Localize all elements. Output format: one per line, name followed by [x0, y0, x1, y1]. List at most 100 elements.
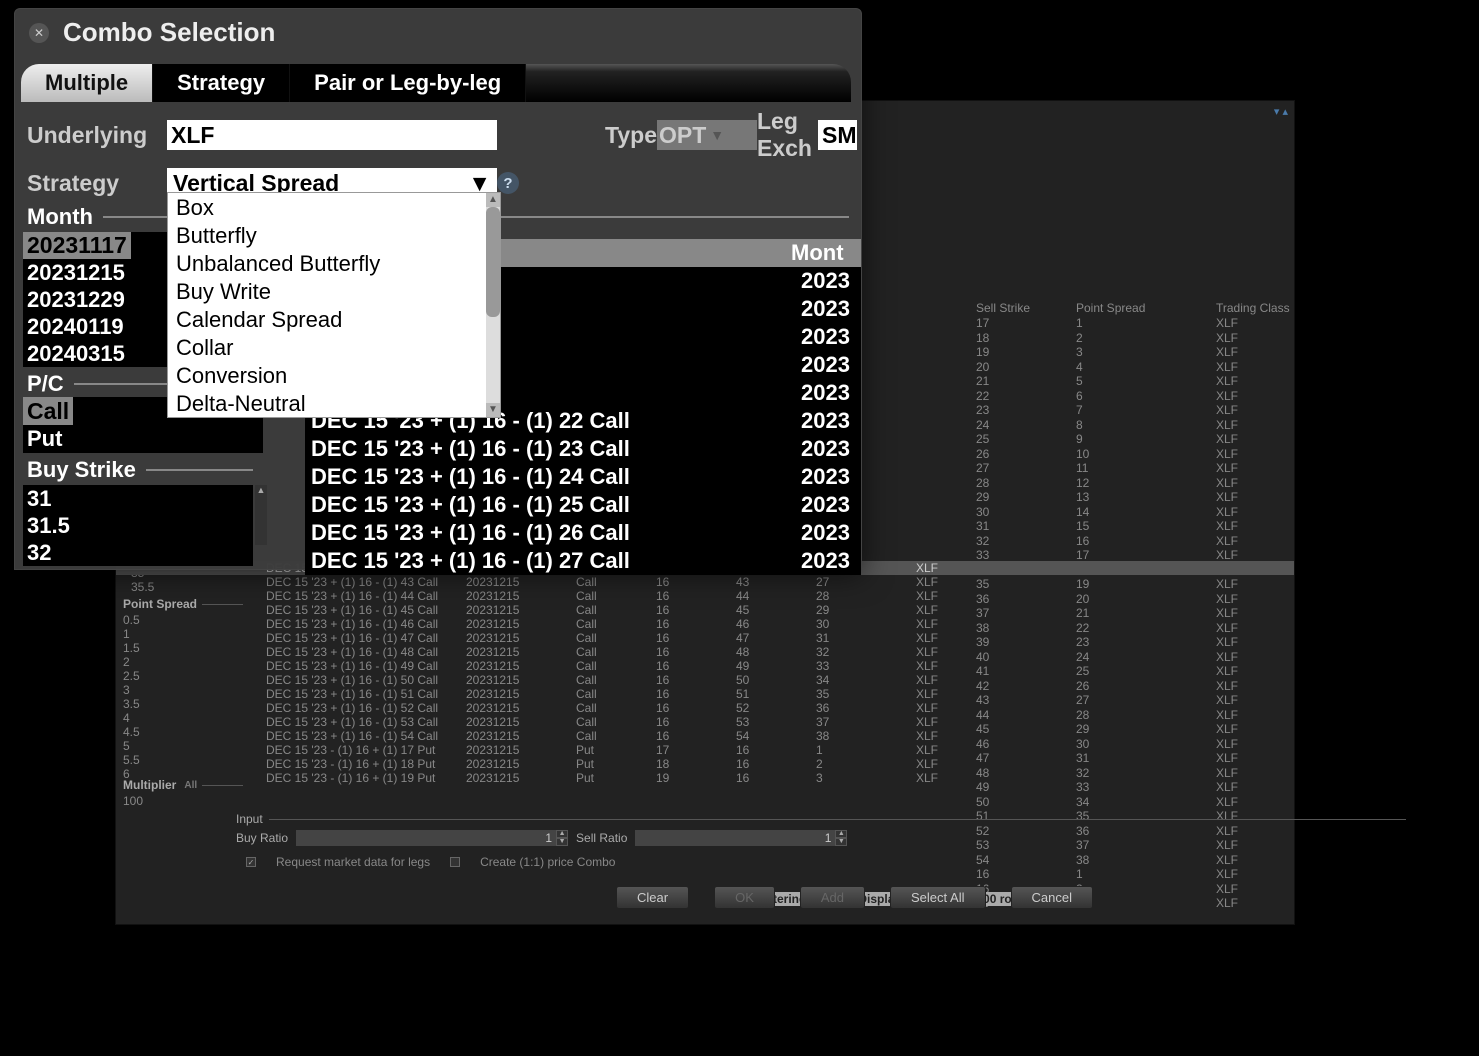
table-row[interactable]: 3216XLF [976, 534, 1406, 549]
scroll-down-icon[interactable]: ▼ [486, 403, 500, 417]
strategy-option[interactable]: Unbalanced Butterfly [168, 249, 500, 277]
underlying-input[interactable]: XLF [167, 120, 497, 150]
cancel-button[interactable]: Cancel [1011, 886, 1093, 909]
clear-button[interactable]: Clear [616, 886, 689, 909]
buy-strike-item[interactable]: 31.5 [23, 512, 253, 539]
sell-ratio-field[interactable]: 1 ▲▼ [635, 830, 847, 846]
table-row[interactable]: 3115XLF [976, 519, 1406, 534]
result-row[interactable]: DEC 15 '23 + (1) 16 - (1) 24 Call2023 [305, 463, 861, 491]
table-row[interactable]: 182XLF [976, 331, 1406, 346]
month-item[interactable]: 20240119 [23, 313, 173, 340]
titlebar[interactable]: ✕ Combo Selection [15, 9, 861, 56]
table-row[interactable]: 2913XLF [976, 490, 1406, 505]
result-month: 2023 [801, 491, 861, 519]
table-row[interactable]: DEC 15 '23 - (1) 16 + (1) 17 Put20231215… [116, 743, 1294, 757]
close-icon[interactable]: ✕ [29, 23, 49, 43]
scrollbar[interactable]: ▲ ▼ [486, 193, 500, 417]
result-month: 2023 [801, 323, 861, 351]
table-row[interactable]: DEC 15 '23 - (1) 16 + (1) 18 Put20231215… [116, 757, 1294, 771]
table-row[interactable]: DEC 15 '23 + (1) 16 - (1) 53 Call2023121… [116, 715, 1294, 729]
month-item[interactable]: 20231215 [23, 259, 173, 286]
strategy-option[interactable]: Conversion [168, 361, 500, 389]
multiplier-value[interactable]: 100 [123, 794, 243, 808]
table-row[interactable]: 5034XLF [976, 795, 1406, 810]
table-row[interactable]: DEC 15 '23 + (1) 16 - (1) 49 Call2023121… [116, 659, 1294, 673]
table-row[interactable]: 248XLF [976, 418, 1406, 433]
leg-exch-input[interactable]: SMAR [818, 120, 857, 150]
add-button[interactable]: Add [800, 886, 865, 909]
spin-down-icon[interactable]: ▼ [835, 838, 847, 846]
table-row[interactable]: DEC 15 '23 + (1) 16 - (1) 43 Call2023121… [116, 575, 1294, 589]
strategy-option[interactable]: Calendar Spread [168, 305, 500, 333]
table-row[interactable]: DEC 15 '23 + (1) 16 - (1) 46 Call2023121… [116, 617, 1294, 631]
panel-collapse-icon[interactable]: ▾ ▴ [1274, 105, 1288, 118]
strategy-option[interactable]: Butterfly [168, 221, 500, 249]
month-list[interactable]: 2023111720231215202312292024011920240315 [23, 232, 173, 367]
strategy-option[interactable]: Delta-Neutral [168, 389, 500, 417]
buy-ratio-value[interactable]: 1 [296, 830, 556, 846]
table-row[interactable]: DEC 15 '23 + (1) 16 - (1) 44 Call2023121… [116, 589, 1294, 603]
table-row[interactable]: DEC 15 '23 + (1) 16 - (1) 51 Call2023121… [116, 687, 1294, 701]
strategy-option[interactable]: Buy Write [168, 277, 500, 305]
result-desc: DEC 15 '23 + (1) 16 - (1) 26 Call [305, 519, 801, 547]
checkbox-market-data[interactable]: ✓ [246, 857, 256, 867]
result-month: 2023 [801, 519, 861, 547]
table-row[interactable]: 226XLF [976, 389, 1406, 404]
tab-strategy[interactable]: Strategy [153, 64, 290, 102]
tab-multiple[interactable]: Multiple [21, 64, 153, 102]
table-row[interactable]: 215XLF [976, 374, 1406, 389]
table-row[interactable]: 2610XLF [976, 447, 1406, 462]
buy-ratio-field[interactable]: 1 ▲▼ [296, 830, 568, 846]
result-desc: DEC 15 '23 + (1) 16 - (1) 23 Call [305, 435, 801, 463]
buy-strike-item[interactable]: 31 [23, 485, 253, 512]
scrollbar-thumb[interactable] [486, 207, 500, 317]
result-row[interactable]: DEC 15 '23 + (1) 16 - (1) 25 Call2023 [305, 491, 861, 519]
month-item[interactable]: 20231117 [23, 232, 131, 259]
table-row[interactable]: 204XLF [976, 360, 1406, 375]
table-row[interactable]: 2812XLF [976, 476, 1406, 491]
scroll-up-icon[interactable]: ▲ [486, 193, 500, 207]
checkbox-price-combo[interactable] [450, 857, 460, 867]
spin-up-icon[interactable]: ▲ [556, 830, 568, 838]
result-row[interactable]: DEC 15 '23 + (1) 16 - (1) 23 Call2023 [305, 435, 861, 463]
underlying-label: Underlying [27, 122, 167, 149]
strategy-dropdown[interactable]: BoxButterflyUnbalanced ButterflyBuy Writ… [167, 192, 501, 418]
type-select[interactable]: OPT▼ [657, 120, 757, 150]
table-row[interactable]: DEC 15 '23 + (1) 16 - (1) 52 Call2023121… [116, 701, 1294, 715]
table-row[interactable]: DEC 15 '23 + (1) 16 - (1) 50 Call2023121… [116, 673, 1294, 687]
spin-up-icon[interactable]: ▲ [835, 830, 847, 838]
strategy-option[interactable]: Box [168, 193, 500, 221]
help-icon[interactable]: ? [497, 172, 519, 194]
month-item[interactable]: 20240315 [23, 340, 173, 367]
month-item[interactable]: 20231229 [23, 286, 173, 313]
table-row[interactable]: DEC 15 '23 - (1) 16 + (1) 19 Put20231215… [116, 771, 1294, 785]
buy-strike-item[interactable]: 32 [23, 539, 253, 566]
buy-strike-list[interactable]: 3131.532▲ [23, 485, 253, 566]
table-row[interactable]: 161XLF [976, 867, 1406, 882]
table-row[interactable]: 237XLF [976, 403, 1406, 418]
table-row[interactable]: 193XLF [976, 345, 1406, 360]
sell-ratio-value[interactable]: 1 [635, 830, 835, 846]
table-row[interactable]: DEC 15 '23 + (1) 16 - (1) 45 Call2023121… [116, 603, 1294, 617]
strategy-option[interactable]: Collar [168, 333, 500, 361]
table-row[interactable]: DEC 15 '23 + (1) 16 - (1) 47 Call2023121… [116, 631, 1294, 645]
spin-down-icon[interactable]: ▼ [556, 838, 568, 846]
table-row[interactable]: 5438XLF [976, 853, 1406, 868]
scrollbar[interactable]: ▲ [255, 485, 267, 545]
result-row[interactable]: DEC 15 '23 + (1) 16 - (1) 26 Call2023 [305, 519, 861, 547]
scroll-up-icon[interactable]: ▲ [255, 485, 267, 497]
combos-table: DEC 15 '23 + (1) 16 - (1) 42 Call2023121… [116, 561, 1294, 785]
pc-item[interactable]: Call [23, 397, 73, 425]
table-row[interactable]: 3014XLF [976, 505, 1406, 520]
table-row[interactable]: 2711XLF [976, 461, 1406, 476]
pc-item[interactable]: Put [23, 425, 263, 453]
table-row[interactable]: DEC 15 '23 + (1) 16 - (1) 48 Call2023121… [116, 645, 1294, 659]
table-row[interactable]: DEC 15 '23 + (1) 16 - (1) 54 Call2023121… [116, 729, 1294, 743]
table-row[interactable]: 171XLF [976, 316, 1406, 331]
result-month: 2023 [801, 351, 861, 379]
ok-button[interactable]: OK [714, 886, 775, 909]
select-all-button[interactable]: Select All [890, 886, 985, 909]
result-row[interactable]: DEC 15 '23 + (1) 16 - (1) 27 Call2023 [305, 547, 861, 575]
table-row[interactable]: 259XLF [976, 432, 1406, 447]
tab-pair-leg[interactable]: Pair or Leg-by-leg [290, 64, 526, 102]
